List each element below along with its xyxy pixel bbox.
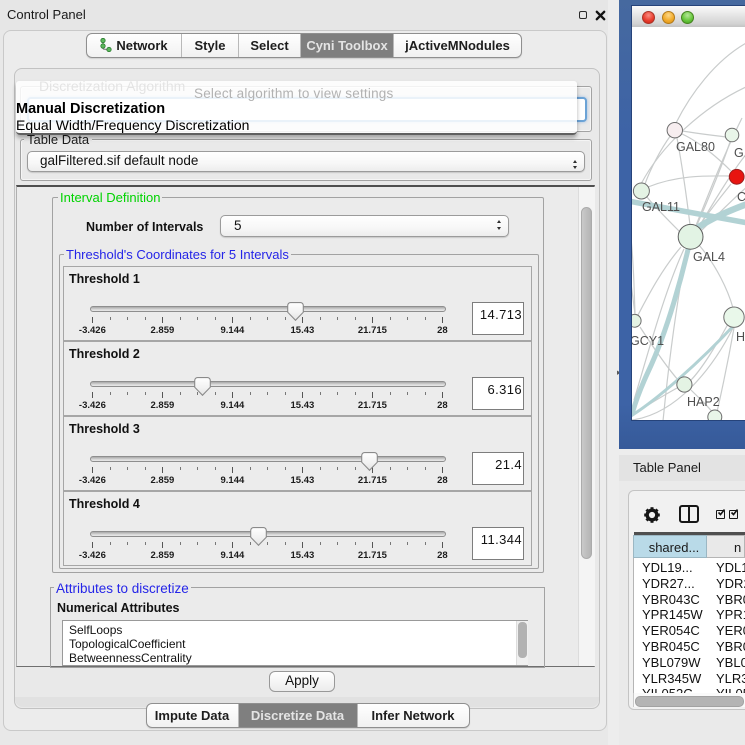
svg-text:GAL80: GAL80	[676, 140, 715, 154]
svg-text:HAP2: HAP2	[687, 395, 720, 409]
svg-text:GCY1: GCY1	[632, 334, 664, 348]
svg-text:GAL4: GAL4	[693, 250, 725, 264]
svg-text:G.: G.	[734, 146, 745, 160]
svg-text:C: C	[737, 190, 745, 204]
svg-text:GAL11: GAL11	[642, 200, 680, 214]
svg-text:H: H	[736, 330, 745, 344]
